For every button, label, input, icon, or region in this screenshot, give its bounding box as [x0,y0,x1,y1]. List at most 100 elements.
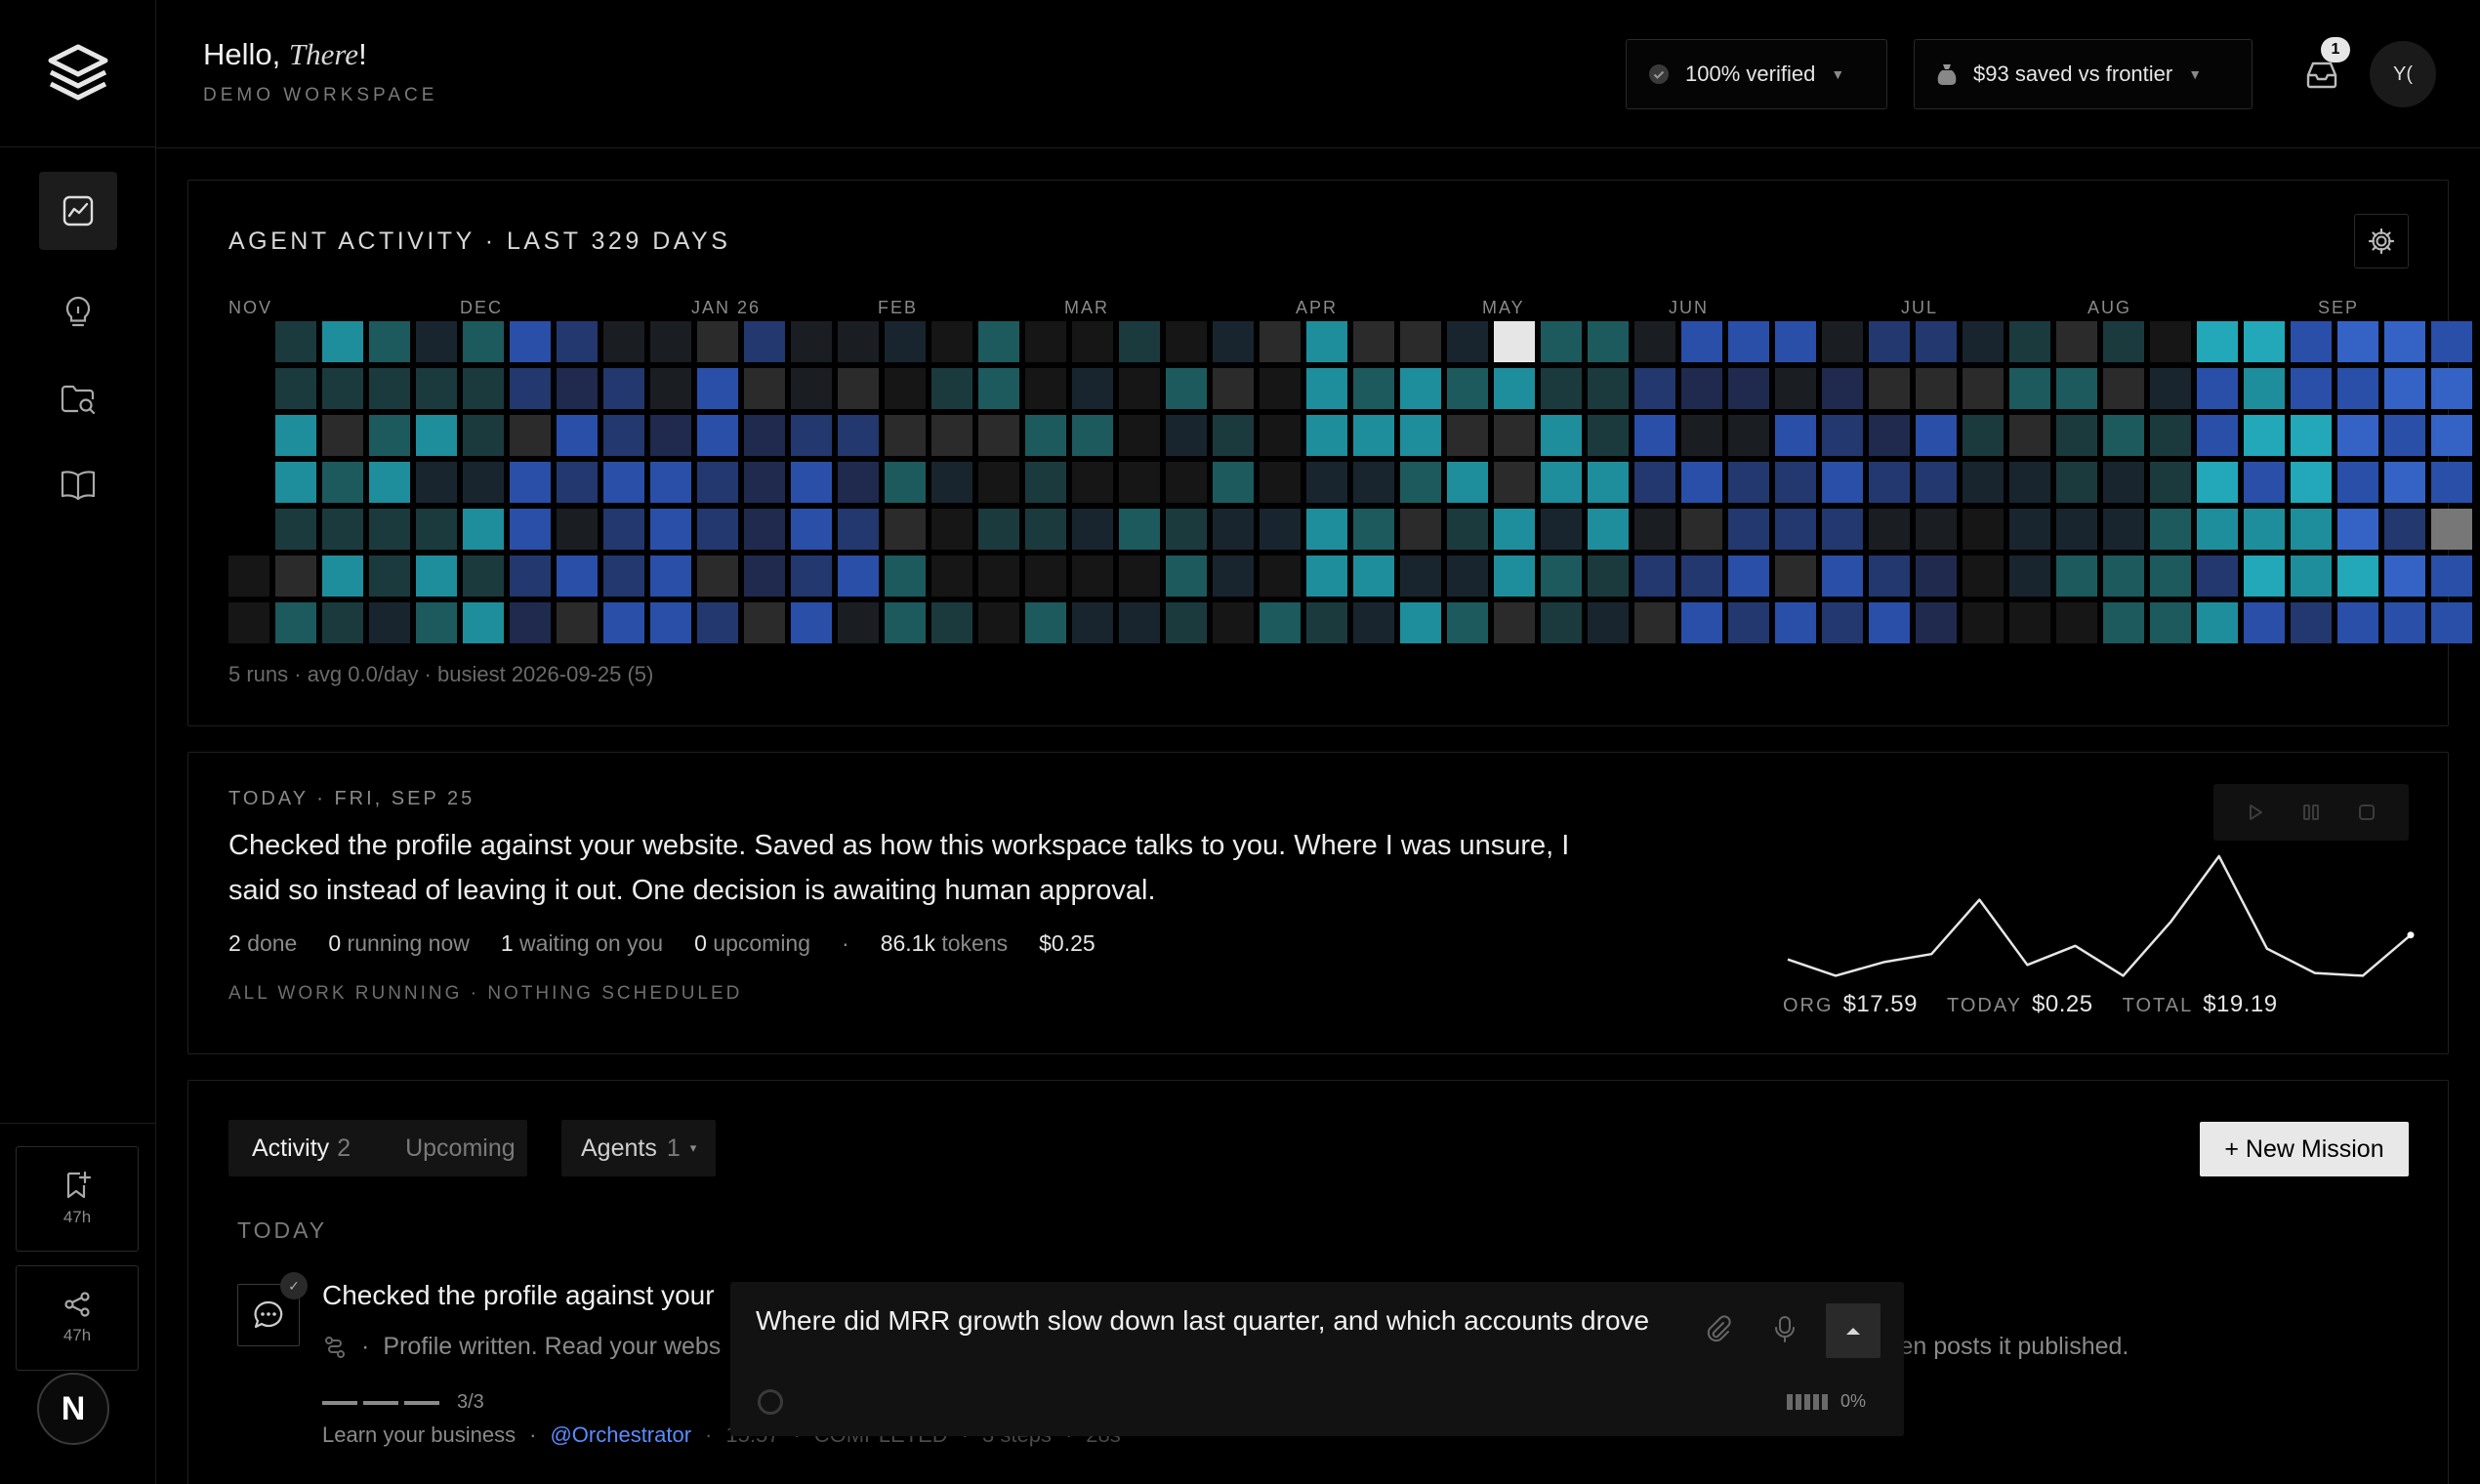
heatmap-cell[interactable] [322,368,363,409]
heatmap-cell[interactable] [978,556,1019,597]
heatmap-cell[interactable] [931,321,972,362]
heatmap-cell[interactable] [1353,602,1394,643]
heatmap-cell[interactable] [838,368,879,409]
heatmap-cell[interactable] [1400,462,1441,503]
heatmap-cell[interactable] [228,556,269,597]
heatmap-cell[interactable] [603,602,644,643]
heatmap-cell[interactable] [2103,556,2144,597]
heatmap-cell[interactable] [2009,602,2050,643]
attach-button[interactable] [1699,1309,1738,1348]
heatmap-cell[interactable] [1681,462,1722,503]
heatmap-cell[interactable] [275,321,316,362]
heatmap-cell[interactable] [1400,321,1441,362]
heatmap-cell[interactable] [2056,509,2097,550]
savings-dropdown[interactable]: $93 saved vs frontier ▼ [1914,39,2253,109]
heatmap-cell[interactable] [2431,415,2472,456]
heatmap-cell[interactable] [1119,602,1160,643]
heatmap-cell[interactable] [1869,368,1910,409]
nav-files[interactable] [39,359,117,437]
prompt-composer[interactable]: Where did MRR growth slow down last quar… [730,1282,1904,1436]
heatmap-cell[interactable] [2056,462,2097,503]
heatmap-cell[interactable] [1166,602,1207,643]
heatmap-cell[interactable] [275,556,316,597]
heatmap-cell[interactable] [1588,462,1629,503]
heatmap-cell[interactable] [1541,509,1582,550]
heatmap-cell[interactable] [931,602,972,643]
heatmap-cell[interactable] [744,462,785,503]
heatmap-cell[interactable] [1681,556,1722,597]
heatmap-cell[interactable] [1869,556,1910,597]
heatmap-cell[interactable] [2197,321,2238,362]
heatmap-cell[interactable] [510,415,551,456]
heatmap-cell[interactable] [1119,462,1160,503]
heatmap-cell[interactable] [557,368,598,409]
heatmap-cell[interactable] [978,462,1019,503]
heatmap-cell[interactable] [1588,509,1629,550]
nav-activity[interactable] [39,172,117,250]
tab-upcoming[interactable]: Upcoming [405,1134,516,1163]
heatmap-cell[interactable] [1166,462,1207,503]
heatmap-cell[interactable] [1963,321,2004,362]
heatmap-cell[interactable] [791,602,832,643]
heatmap-cell[interactable] [1681,368,1722,409]
heatmap-cell[interactable] [557,415,598,456]
heatmap-cell[interactable] [1634,462,1675,503]
heatmap-cell[interactable] [2150,509,2191,550]
heatmap-cell[interactable] [2197,509,2238,550]
heatmap-cell[interactable] [650,602,691,643]
heatmap-cell[interactable] [1213,556,1254,597]
heatmap-cell[interactable] [275,368,316,409]
heatmap-cell[interactable] [1541,602,1582,643]
heatmap-cell[interactable] [1072,602,1113,643]
heatmap-cell[interactable] [603,415,644,456]
heatmap-cell[interactable] [1166,509,1207,550]
logo-stack-icon[interactable] [43,39,113,109]
heatmap-cell[interactable] [2244,462,2285,503]
heatmap-cell[interactable] [1916,462,1957,503]
heatmap-cell[interactable] [416,321,457,362]
heatmap-cell[interactable] [416,368,457,409]
heatmap-cell[interactable] [275,415,316,456]
heatmap-cell[interactable] [2197,368,2238,409]
heatmap-cell[interactable] [275,462,316,503]
heatmap-cell[interactable] [1728,321,1769,362]
heatmap-cell[interactable] [1588,556,1629,597]
activity-settings-button[interactable] [2354,214,2409,268]
heatmap-cell[interactable] [1447,368,1488,409]
heatmap-cell[interactable] [2384,368,2425,409]
heatmap-cell[interactable] [1775,415,1816,456]
heatmap-cell[interactable] [1681,321,1722,362]
heatmap-cell[interactable] [1869,602,1910,643]
heatmap-cell[interactable] [1447,321,1488,362]
heatmap-cell[interactable] [978,602,1019,643]
agents-filter-dropdown[interactable]: Agents 1 ▾ [561,1120,717,1176]
heatmap-cell[interactable] [2103,415,2144,456]
heatmap-cell[interactable] [1025,415,1066,456]
heatmap-cell[interactable] [1775,509,1816,550]
heatmap-cell[interactable] [2009,368,2050,409]
heatmap-cell[interactable] [2337,321,2378,362]
heatmap-cell[interactable] [1822,462,1863,503]
heatmap-cell[interactable] [1728,368,1769,409]
heatmap-cell[interactable] [1306,462,1347,503]
heatmap-cell[interactable] [1541,368,1582,409]
heatmap-cell[interactable] [838,321,879,362]
heatmap-cell[interactable] [2150,462,2191,503]
heatmap-cell[interactable] [697,509,738,550]
heatmap-cell[interactable] [791,321,832,362]
heatmap-cell[interactable] [369,509,410,550]
heatmap-cell[interactable] [1728,556,1769,597]
heatmap-cell[interactable] [744,509,785,550]
heatmap-cell[interactable] [2150,602,2191,643]
heatmap-cell[interactable] [931,509,972,550]
heatmap-cell[interactable] [2009,509,2050,550]
heatmap-cell[interactable] [1541,556,1582,597]
heatmap-cell[interactable] [697,368,738,409]
heatmap-cell[interactable] [1025,556,1066,597]
heatmap-cell[interactable] [791,368,832,409]
heatmap-cell[interactable] [1822,602,1863,643]
heatmap-cell[interactable] [1260,556,1301,597]
heatmap-cell[interactable] [791,509,832,550]
heatmap-cell[interactable] [322,415,363,456]
heatmap-cell[interactable] [1072,556,1113,597]
